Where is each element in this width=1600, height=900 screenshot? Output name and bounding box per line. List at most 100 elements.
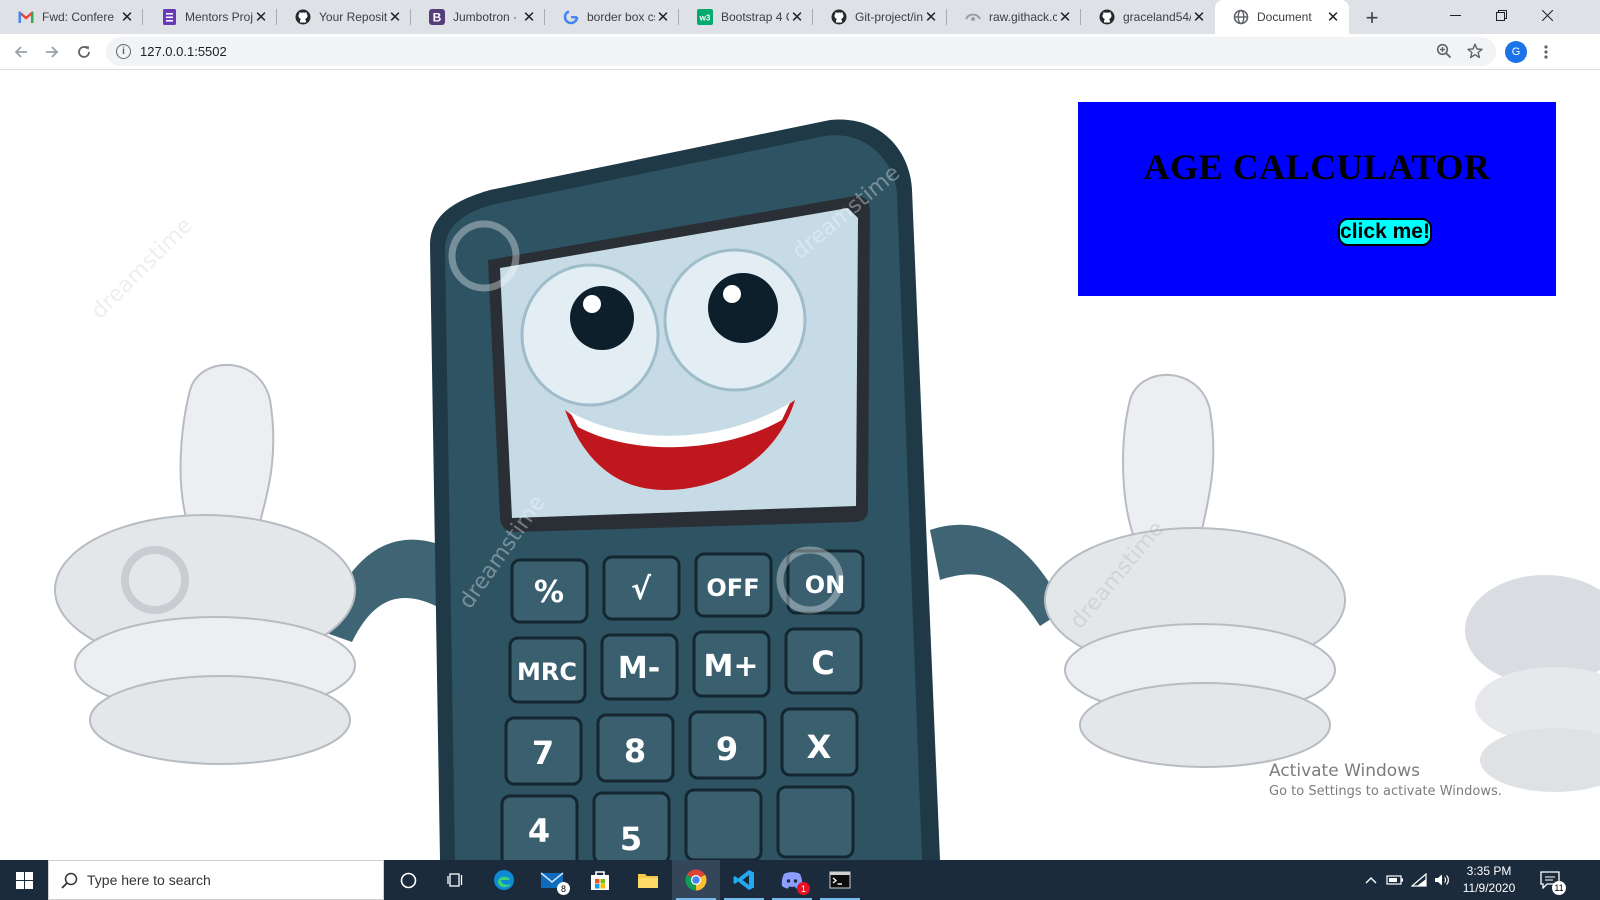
- right-thumbs-up-hand: [1044, 374, 1346, 768]
- watermark-text: dreamstime: [87, 213, 198, 324]
- left-thumbs-up-hand: [54, 364, 356, 765]
- tab-git-project[interactable]: Git-project/in ✕: [813, 0, 947, 34]
- discord-icon[interactable]: 1: [768, 860, 816, 900]
- close-tab-icon[interactable]: ✕: [119, 9, 135, 26]
- terminal-icon[interactable]: [816, 860, 864, 900]
- profile-avatar[interactable]: G: [1505, 41, 1527, 63]
- back-arrow-icon[interactable]: [6, 37, 36, 67]
- calculator-key: X: [807, 728, 832, 766]
- notification-icon[interactable]: 11: [1530, 860, 1570, 900]
- clock-time: 3:35 PM: [1466, 864, 1512, 878]
- reload-icon[interactable]: [69, 37, 99, 67]
- tab-title: Bootstrap 4 C: [721, 10, 789, 24]
- cortana-icon[interactable]: [384, 860, 432, 900]
- close-tab-icon[interactable]: ✕: [1057, 9, 1073, 26]
- close-tab-icon[interactable]: ✕: [387, 9, 403, 26]
- tab-title: graceland54/: [1123, 10, 1191, 24]
- calculator-key: 4: [528, 812, 550, 850]
- githack-icon: [965, 9, 981, 25]
- mail-icon[interactable]: 8: [528, 860, 576, 900]
- new-tab-button[interactable]: +: [1358, 4, 1386, 32]
- menu-icon[interactable]: [1538, 44, 1554, 65]
- w3schools-icon: w3: [697, 9, 713, 25]
- svg-text:B: B: [433, 11, 442, 25]
- tab-strip: Fwd: Confere ✕ Mentors Proje ✕ Your Repo…: [0, 0, 1600, 34]
- search-icon: [61, 872, 78, 894]
- tab-mentors-project[interactable]: Mentors Proje ✕: [143, 0, 277, 34]
- tab-title: Fwd: Confere: [42, 10, 115, 24]
- close-tab-icon[interactable]: ✕: [923, 9, 939, 26]
- windows-start-icon[interactable]: [0, 860, 48, 900]
- jumbotron: AGE CALCULATOR click me!: [1078, 102, 1556, 296]
- tab-title: Jumbotron · B: [453, 10, 521, 24]
- click-me-button[interactable]: click me!: [1338, 218, 1432, 246]
- file-explorer-icon[interactable]: [624, 860, 672, 900]
- task-view-icon[interactable]: [432, 860, 480, 900]
- tab-gmail[interactable]: Fwd: Confere ✕: [0, 0, 143, 34]
- globe-icon: [1233, 9, 1249, 25]
- wifi-icon[interactable]: [1407, 860, 1431, 900]
- tab-document-active[interactable]: Document ✕: [1215, 0, 1349, 34]
- tab-graceland54[interactable]: graceland54/ ✕: [1081, 0, 1215, 34]
- tab-title: Your Reposito: [319, 10, 387, 24]
- system-clock[interactable]: 3:35 PM 11/9/2020: [1450, 863, 1528, 897]
- search-placeholder: Type here to search: [87, 872, 211, 888]
- github-icon: [295, 9, 311, 25]
- address-url: 127.0.0.1:5502: [140, 44, 227, 59]
- activate-windows-title: Activate Windows: [1269, 761, 1420, 781]
- tab-title: Document: [1257, 10, 1312, 24]
- browser-toolbar: i 127.0.0.1:5502: [0, 34, 1600, 70]
- close-tab-icon[interactable]: ✕: [521, 9, 537, 26]
- close-window-icon[interactable]: [1524, 0, 1570, 30]
- restore-icon[interactable]: [1478, 0, 1524, 30]
- calculator-key: √: [631, 572, 652, 607]
- close-tab-icon[interactable]: ✕: [253, 9, 269, 26]
- forms-icon: [161, 9, 177, 25]
- close-tab-icon[interactable]: ✕: [655, 9, 671, 26]
- svg-text:w3: w3: [699, 14, 711, 23]
- mail-badge: 8: [557, 882, 570, 895]
- tab-raw-githack[interactable]: raw.githack.cc ✕: [947, 0, 1081, 34]
- tab-title: border box cs: [587, 10, 655, 24]
- notification-count-badge: 11: [1552, 881, 1566, 895]
- address-bar[interactable]: i 127.0.0.1:5502: [106, 37, 1496, 66]
- calculator-key: 7: [532, 734, 554, 772]
- activate-windows-watermark: Activate Windows Go to Settings to activ…: [1269, 761, 1502, 799]
- site-info-icon[interactable]: i: [116, 44, 131, 59]
- tab-google-search[interactable]: border box cs ✕: [545, 0, 679, 34]
- chrome-icon[interactable]: [672, 860, 720, 900]
- calculator-key: OFF: [706, 574, 759, 602]
- close-tab-icon[interactable]: ✕: [1325, 9, 1341, 26]
- taskbar-search-box[interactable]: Type here to search: [48, 860, 384, 900]
- bookmark-star-icon[interactable]: [1467, 43, 1483, 64]
- tab-title: Git-project/in: [855, 10, 923, 24]
- page-content: % √ OFF ON MRC M- M+ C 7 8 9 X 4 5 dream…: [0, 70, 1600, 860]
- calculator-key: MRC: [517, 658, 577, 686]
- gmail-icon: [18, 9, 34, 25]
- partial-hand-icon: [1465, 575, 1600, 792]
- bootstrap-icon: B: [429, 9, 445, 25]
- calculator-key: M-: [618, 651, 660, 686]
- tab-title: raw.githack.cc: [989, 10, 1057, 24]
- tab-jumbotron-bootstrap[interactable]: B Jumbotron · B ✕: [411, 0, 545, 34]
- tab-title: Mentors Proje: [185, 10, 253, 24]
- zoom-icon[interactable]: [1436, 43, 1452, 64]
- close-tab-icon[interactable]: ✕: [789, 9, 805, 26]
- close-tab-icon[interactable]: ✕: [1191, 9, 1207, 26]
- show-hidden-icons-chevron-icon[interactable]: [1360, 860, 1382, 900]
- calculator-key: %: [534, 575, 564, 610]
- calculator-key: 9: [716, 730, 738, 768]
- minimize-icon[interactable]: [1432, 0, 1478, 30]
- vscode-icon[interactable]: [720, 860, 768, 900]
- forward-arrow-icon[interactable]: [37, 37, 67, 67]
- tab-bootstrap-w3schools[interactable]: w3 Bootstrap 4 C ✕: [679, 0, 813, 34]
- calculator-key: M+: [704, 649, 759, 684]
- windows-taskbar: Type here to search 8 1 3:35 PM 11/9/202…: [0, 860, 1600, 900]
- clock-date: 11/9/2020: [1462, 881, 1516, 895]
- battery-icon[interactable]: [1383, 860, 1407, 900]
- store-icon[interactable]: [576, 860, 624, 900]
- github-icon: [831, 9, 847, 25]
- tab-your-repositories[interactable]: Your Reposito ✕: [277, 0, 411, 34]
- discord-badge: 1: [797, 882, 810, 895]
- edge-icon[interactable]: [480, 860, 528, 900]
